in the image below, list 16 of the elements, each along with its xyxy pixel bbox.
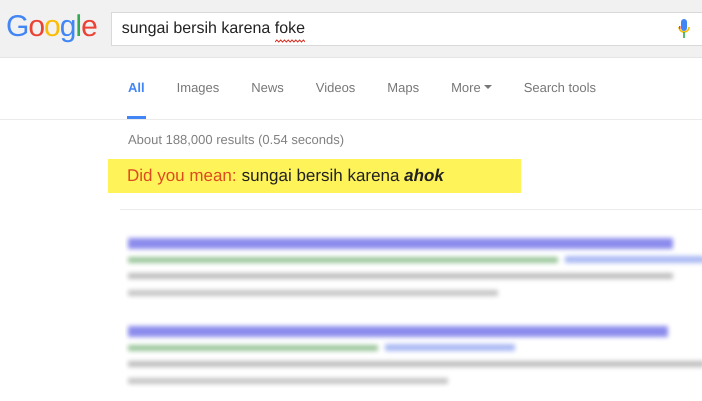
search-field[interactable]: sungai bersih karena foke [110,12,702,46]
search-tab[interactable]: Maps [386,58,420,119]
microphone-icon[interactable] [678,18,690,38]
did-you-mean-label: Did you mean: [127,166,237,185]
spellcheck-squiggle-icon [274,38,306,42]
query-text: sungai bersih karena foke [122,20,306,38]
search-tab[interactable]: News [250,58,285,119]
result-stats: About 188,000 results (0.54 seconds) [128,132,346,147]
search-tab[interactable]: All [127,58,146,119]
more-menu[interactable]: More [450,58,493,119]
google-logo[interactable]: Google [6,10,97,48]
search-tab[interactable]: Search tools [522,58,597,119]
search-tab[interactable]: Videos [314,58,356,119]
caret-icon [484,85,492,89]
suggestion-link[interactable]: sungai bersih karena ahok [242,166,444,185]
search-tab[interactable]: Images [176,58,220,119]
